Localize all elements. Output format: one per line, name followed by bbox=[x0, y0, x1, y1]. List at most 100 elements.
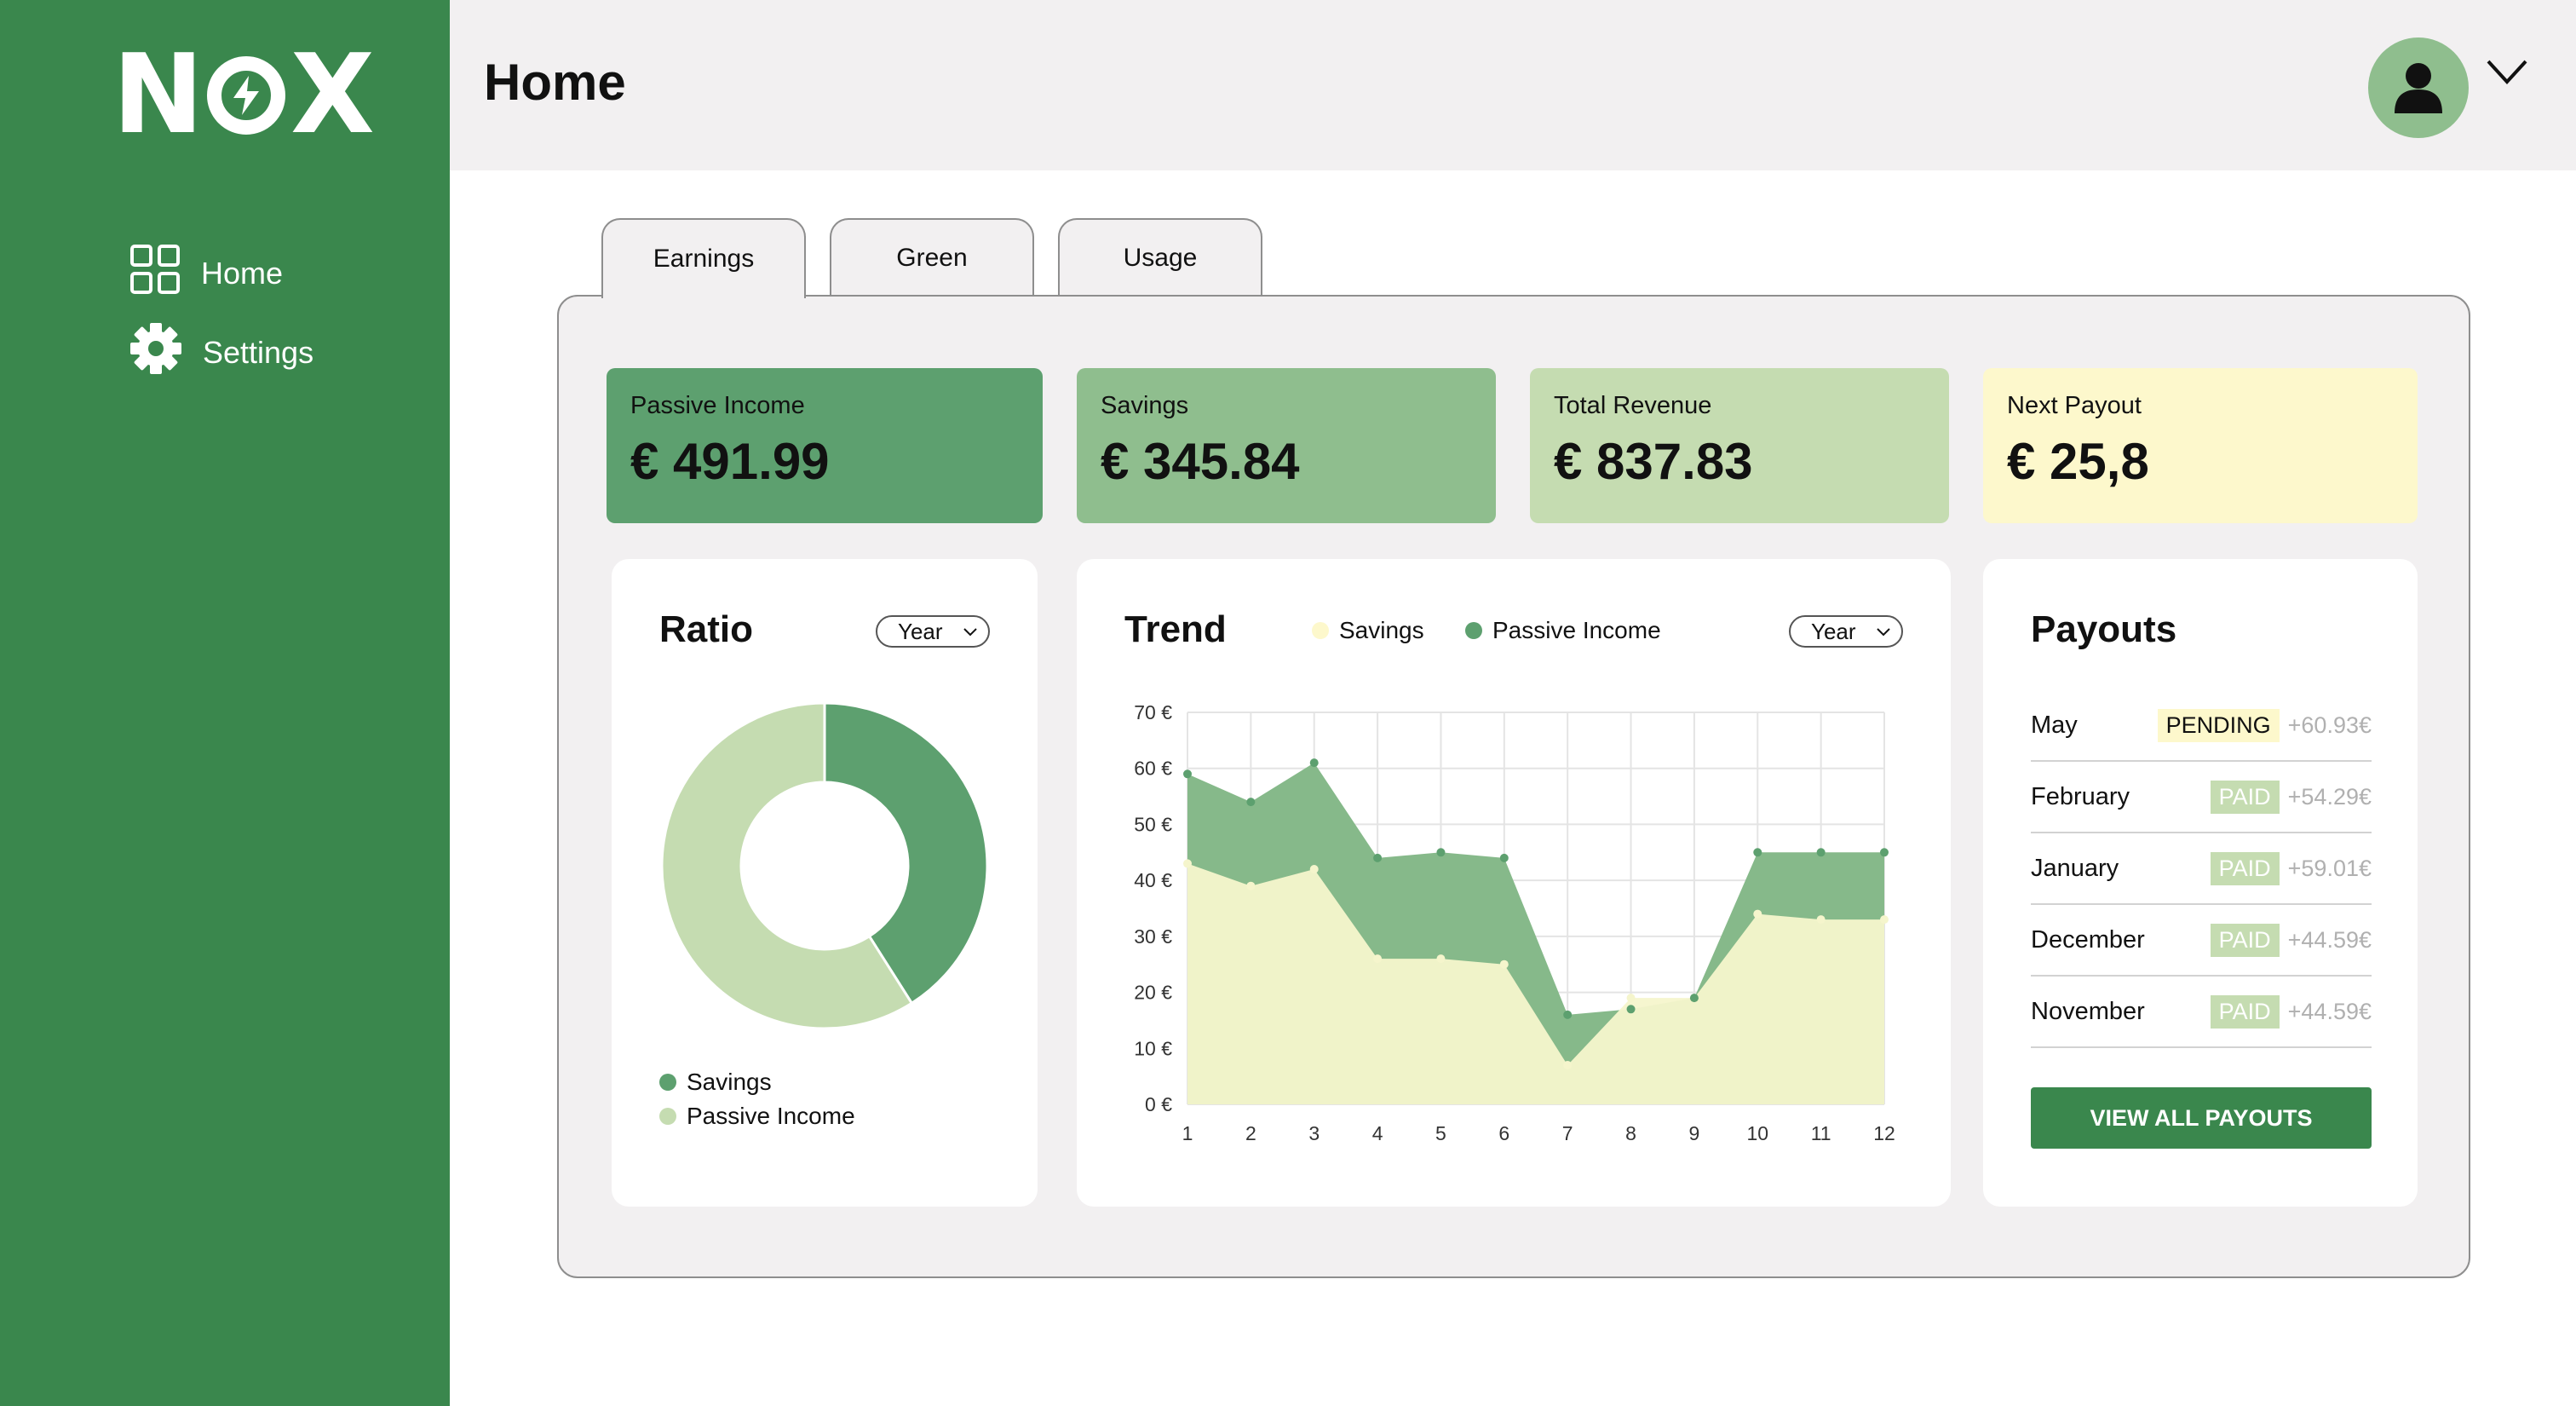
data-point bbox=[1309, 865, 1319, 873]
chevron-down-icon bbox=[1877, 628, 1890, 637]
payout-amount: +59.01€ bbox=[2287, 855, 2372, 881]
y-tick-label: 40 € bbox=[1134, 869, 1172, 891]
stat-card-passive-income: Passive Income € 491.99 bbox=[607, 368, 1043, 523]
y-tick-label: 30 € bbox=[1134, 925, 1172, 948]
x-tick-label: 8 bbox=[1625, 1122, 1636, 1144]
legend-label: Passive Income bbox=[687, 1103, 855, 1129]
payout-month: May bbox=[2031, 711, 2078, 739]
tab-green[interactable]: Green bbox=[830, 218, 1034, 297]
view-all-payouts-button[interactable]: VIEW ALL PAYOUTS bbox=[2031, 1087, 2372, 1149]
data-point bbox=[1816, 915, 1826, 925]
stat-card-total-revenue: Total Revenue € 837.83 bbox=[1530, 368, 1949, 523]
select-value: Year bbox=[898, 619, 943, 644]
payout-month: December bbox=[2031, 925, 2145, 954]
tab-earnings[interactable]: Earnings bbox=[601, 218, 806, 298]
status-badge: PAID bbox=[2210, 994, 2280, 1029]
ratio-title: Ratio bbox=[659, 608, 753, 650]
status-badge: PAID bbox=[2210, 923, 2280, 957]
chevron-down-icon bbox=[963, 628, 977, 637]
avatar[interactable] bbox=[2368, 37, 2469, 138]
data-point bbox=[1246, 881, 1256, 890]
sidebar: N X Home Settings bbox=[0, 0, 450, 1406]
data-point bbox=[1436, 954, 1446, 964]
payout-row[interactable]: January PAID +59.01€ bbox=[2031, 833, 2372, 905]
legend-item-passive-income: Passive Income bbox=[1465, 617, 1661, 644]
logo-letter-x: X bbox=[290, 32, 375, 158]
top-header: Home bbox=[450, 0, 2576, 170]
legend-dot bbox=[659, 1108, 676, 1125]
select-value: Year bbox=[1811, 619, 1856, 644]
y-tick-label: 0 € bbox=[1145, 1093, 1172, 1115]
legend-label: Savings bbox=[1339, 617, 1424, 643]
trend-card: Trend Savings Passive Income Year 0 € 10 … bbox=[1077, 559, 1951, 1207]
data-point bbox=[1880, 915, 1889, 925]
stat-value: € 25,8 bbox=[2007, 433, 2149, 490]
data-point bbox=[1183, 769, 1192, 779]
data-point bbox=[1309, 758, 1319, 768]
status-badge: PAID bbox=[2210, 780, 2280, 814]
sidebar-item-label: Settings bbox=[203, 334, 314, 370]
sidebar-item-settings[interactable]: Settings bbox=[129, 322, 313, 383]
trend-area-chart: 0 €10 €20 €30 €40 €50 €60 €70 €1 2 3 4 5 6 7 8 9… bbox=[1134, 701, 1895, 1144]
stat-value: € 837.83 bbox=[1554, 433, 1753, 490]
stat-card-savings: Savings € 345.84 bbox=[1077, 368, 1496, 523]
data-point bbox=[1499, 959, 1509, 969]
payout-amount: +60.93€ bbox=[2287, 712, 2372, 738]
data-point bbox=[1373, 853, 1383, 862]
sidebar-item-home[interactable]: Home bbox=[129, 244, 283, 303]
stat-label: Next Payout bbox=[2007, 392, 2142, 419]
payout-month: November bbox=[2031, 997, 2145, 1025]
status-badge: PAID bbox=[2210, 851, 2280, 885]
y-tick-label: 50 € bbox=[1134, 813, 1172, 835]
data-point bbox=[1436, 848, 1446, 857]
data-point bbox=[1563, 1061, 1573, 1069]
trend-title: Trend bbox=[1124, 608, 1227, 650]
payout-amount: +44.59€ bbox=[2287, 998, 2372, 1024]
status-badge: PENDING bbox=[2157, 708, 2280, 742]
sidebar-item-label: Home bbox=[201, 255, 284, 291]
payout-row[interactable]: February PAID +54.29€ bbox=[2031, 762, 2372, 833]
x-tick-label: 5 bbox=[1435, 1122, 1446, 1144]
legend-item-savings: Savings bbox=[659, 1069, 772, 1096]
data-point bbox=[1753, 909, 1762, 919]
payout-month: January bbox=[2031, 854, 2119, 882]
data-point bbox=[1499, 853, 1509, 862]
tab-usage[interactable]: Usage bbox=[1058, 218, 1262, 297]
data-point bbox=[1689, 994, 1699, 1003]
x-tick-label: 1 bbox=[1182, 1122, 1193, 1144]
payouts-title: Payouts bbox=[2031, 608, 2177, 650]
stat-card-next-payout: Next Payout € 25,8 bbox=[1983, 368, 2418, 523]
payout-row[interactable]: December PAID +44.59€ bbox=[2031, 905, 2372, 977]
x-tick-label: 4 bbox=[1372, 1122, 1383, 1144]
payout-row[interactable]: November PAID +44.59€ bbox=[2031, 977, 2372, 1048]
trend-period-select[interactable]: Year bbox=[1789, 615, 1903, 648]
y-tick-label: 70 € bbox=[1134, 701, 1172, 723]
stat-label: Passive Income bbox=[630, 392, 805, 419]
data-point bbox=[1816, 848, 1826, 857]
ratio-period-select[interactable]: Year bbox=[876, 615, 990, 648]
x-tick-label: 12 bbox=[1873, 1122, 1895, 1144]
x-tick-label: 7 bbox=[1562, 1122, 1573, 1144]
y-tick-label: 10 € bbox=[1134, 1037, 1172, 1059]
logo-bolt-icon bbox=[207, 56, 286, 135]
legend-dot bbox=[1312, 622, 1329, 639]
legend-label: Savings bbox=[687, 1069, 772, 1095]
payout-amount: +54.29€ bbox=[2287, 783, 2372, 810]
data-point bbox=[1246, 798, 1256, 807]
payout-row[interactable]: May PENDING +60.93€ bbox=[2031, 690, 2372, 762]
nox-logo[interactable]: N X bbox=[112, 32, 375, 158]
stat-label: Total Revenue bbox=[1554, 392, 1712, 419]
legend-item-passive-income: Passive Income bbox=[659, 1103, 855, 1130]
data-point bbox=[1626, 1005, 1636, 1014]
data-point bbox=[1563, 1010, 1573, 1019]
stat-value: € 345.84 bbox=[1101, 433, 1300, 490]
logo-letter-n: N bbox=[112, 32, 204, 158]
legend-item-savings: Savings bbox=[1312, 617, 1424, 644]
data-point bbox=[1373, 954, 1383, 964]
legend-dot bbox=[1465, 622, 1482, 639]
page-title: Home bbox=[484, 54, 626, 111]
earnings-panel: Passive Income € 491.99 Savings € 345.84… bbox=[557, 295, 2470, 1278]
data-point bbox=[1626, 994, 1636, 1003]
chevron-down-icon[interactable] bbox=[2486, 58, 2528, 91]
user-icon bbox=[2395, 63, 2442, 113]
